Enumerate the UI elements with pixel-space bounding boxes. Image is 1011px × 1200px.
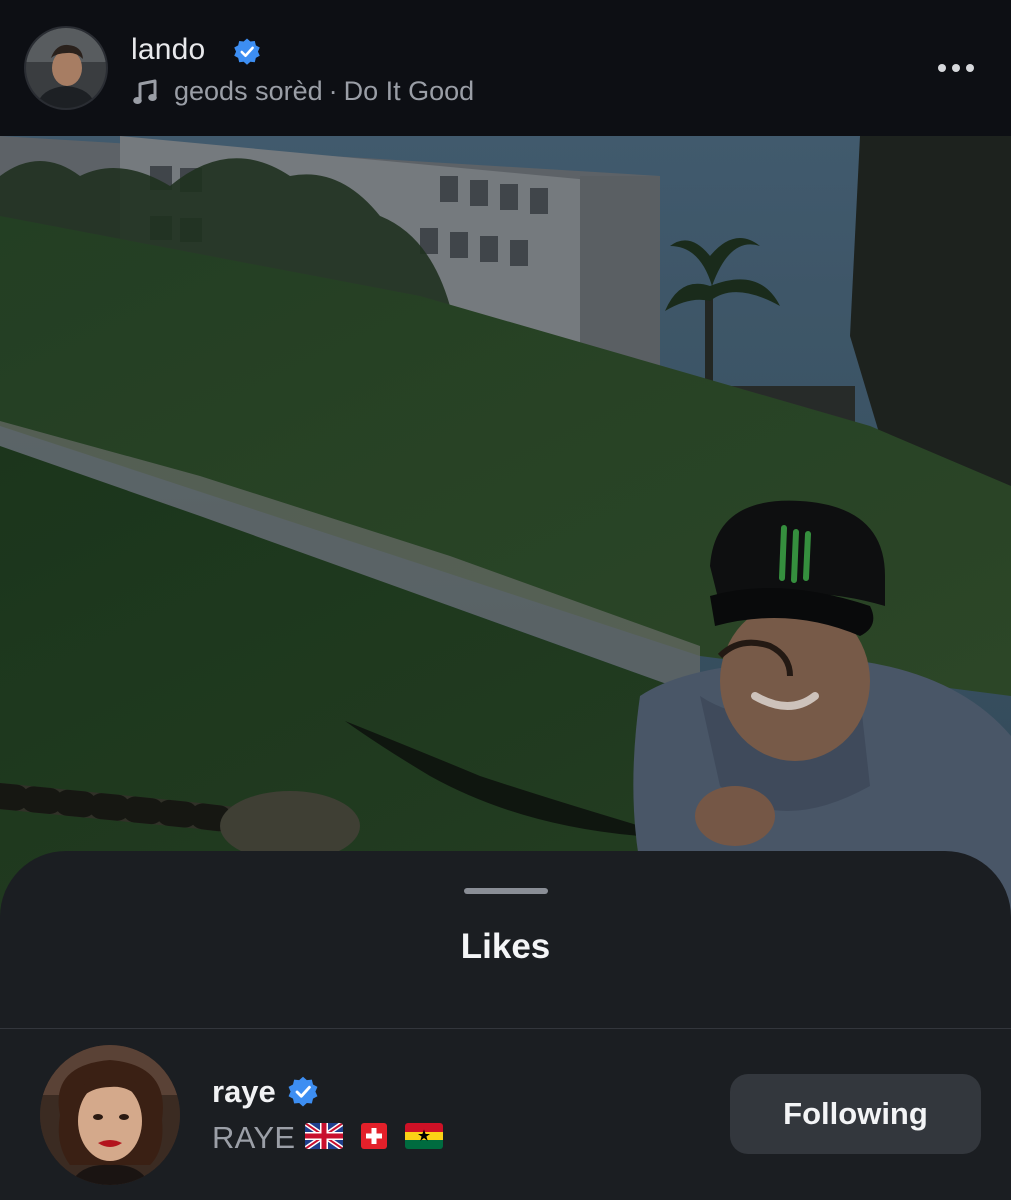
likes-sheet: Likes raye RAYE Following	[0, 851, 1011, 1200]
verified-badge-icon	[288, 1076, 318, 1107]
author-username[interactable]: lando	[131, 33, 205, 67]
ghana-flag-icon	[405, 1123, 443, 1149]
audio-artist: geods sorèd	[174, 76, 323, 106]
post-likes-screen: lando geods sorèd · Do It Good Likes ray…	[0, 0, 1011, 1200]
music-note-icon	[133, 79, 157, 104]
more-options-icon	[938, 64, 946, 72]
following-button[interactable]: Following	[730, 1074, 981, 1154]
flag-emojis	[305, 1123, 443, 1149]
audio-separator: ·	[328, 76, 338, 106]
verified-badge-icon	[234, 38, 260, 65]
post-header: lando geods sorèd · Do It Good	[0, 0, 1011, 136]
audio-attribution[interactable]: geods sorèd · Do It Good	[174, 76, 474, 107]
author-avatar[interactable]	[26, 28, 106, 108]
list-item[interactable]: raye RAYE Following	[0, 1029, 1011, 1200]
liker-full-name: RAYE	[212, 1120, 296, 1155]
avatar[interactable]	[40, 1045, 180, 1185]
sheet-title: Likes	[460, 927, 551, 966]
uk-flag-icon	[305, 1123, 343, 1149]
switzerland-flag-icon	[361, 1123, 387, 1149]
sheet-drag-handle[interactable]	[464, 888, 548, 894]
more-options-button[interactable]	[926, 50, 986, 86]
liker-username[interactable]: raye	[212, 1074, 276, 1110]
audio-track: Do It Good	[343, 76, 475, 106]
post-photo[interactable]	[0, 136, 1011, 936]
